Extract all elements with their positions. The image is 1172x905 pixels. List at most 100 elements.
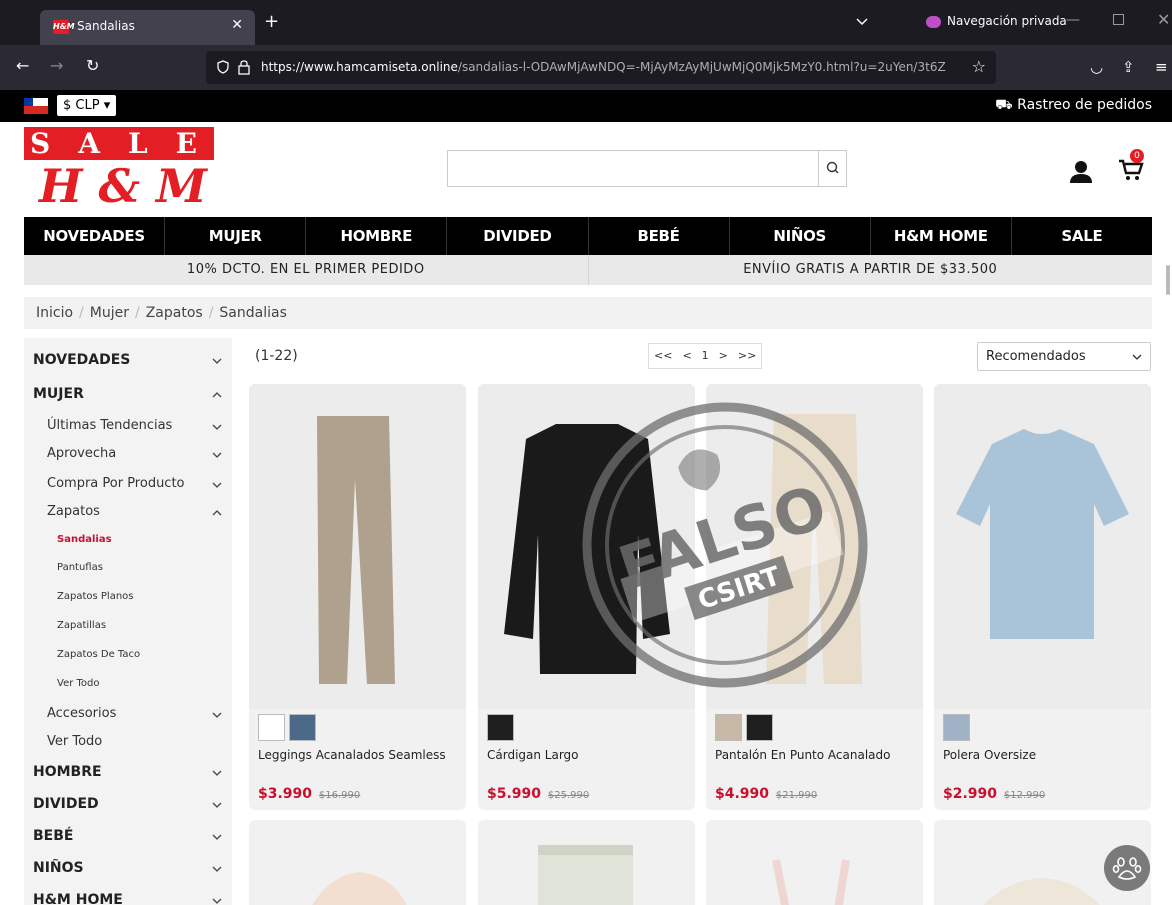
sidebar-item-zapatos[interactable]: Zapatos: [24, 504, 232, 524]
menu-item-sale[interactable]: SALE: [1012, 217, 1152, 255]
sidebar-item-sandalias[interactable]: Sandalias: [24, 534, 232, 554]
sidebar-item-novedades[interactable]: NOVEDADES: [24, 352, 232, 372]
sidebar-item-beb-[interactable]: BEBÉ: [24, 828, 232, 848]
breadcrumb-mujer[interactable]: Mujer: [90, 305, 129, 321]
close-window-icon[interactable]: ✕: [1157, 10, 1170, 29]
sidebar-item-divided[interactable]: DIVIDED: [24, 796, 232, 816]
product-name[interactable]: Polera Oversize: [943, 748, 1036, 762]
chevron-down-icon[interactable]: [212, 480, 222, 490]
new-tab-icon[interactable]: +: [264, 13, 279, 31]
product-image[interactable]: [478, 384, 695, 709]
tracking-protection-shield-icon[interactable]: [216, 60, 230, 74]
menu-item-novedades[interactable]: NOVEDADES: [24, 217, 166, 255]
product-image[interactable]: [934, 384, 1151, 709]
back-arrow-icon[interactable]: ←: [16, 58, 29, 74]
breadcrumb-inicio[interactable]: Inicio: [36, 305, 73, 321]
url-text[interactable]: https://www.hamcamiseta.online/sandalias…: [261, 60, 951, 74]
product-card[interactable]: Pantalón En Punto Acanalado $4.990 $21.99…: [706, 384, 923, 810]
product-image[interactable]: [478, 820, 695, 905]
menu-item-divided[interactable]: DIVIDED: [447, 217, 589, 255]
product-card[interactable]: Cárdigan Largo $5.990 $25.990: [478, 384, 695, 810]
pager-first-page[interactable]: <<: [649, 344, 677, 368]
product-image[interactable]: [706, 384, 923, 709]
site-logo[interactable]: SALE H & M: [24, 127, 214, 217]
sidebar-item-zapatos-planos[interactable]: Zapatos Planos: [24, 591, 232, 611]
currency-selector[interactable]: $ CLP ▾: [57, 95, 117, 116]
browser-tab[interactable]: H&M Sandalias ✕: [40, 10, 255, 45]
list-tabs-chevron-icon[interactable]: [855, 14, 869, 28]
color-swatch[interactable]: [487, 714, 514, 741]
menu-item-h-m-home[interactable]: H&M HOME: [871, 217, 1012, 255]
chevron-down-icon[interactable]: [212, 422, 222, 432]
pager-prev-page[interactable]: <: [677, 344, 696, 368]
menu-item-beb-[interactable]: BEBÉ: [589, 217, 730, 255]
maximize-window-icon[interactable]: [1113, 14, 1124, 25]
color-swatch[interactable]: [746, 714, 773, 741]
chile-flag-icon[interactable]: [24, 98, 48, 114]
search-button[interactable]: [818, 151, 846, 186]
chevron-down-icon[interactable]: [212, 356, 222, 366]
close-tab-icon[interactable]: ✕: [231, 17, 243, 33]
chevron-down-icon[interactable]: [212, 768, 222, 778]
pager-page-1[interactable]: 1: [697, 344, 714, 368]
sidebar-item-compra-por-producto[interactable]: Compra Por Producto: [24, 476, 232, 496]
product-card[interactable]: [478, 820, 695, 905]
sidebar-item-mujer[interactable]: MUJER: [24, 386, 232, 406]
reload-icon[interactable]: ↻: [86, 58, 99, 74]
product-image[interactable]: [706, 820, 923, 905]
pocket-icon[interactable]: ◡: [1090, 58, 1103, 76]
sidebar-item-label: Pantuflas: [57, 562, 103, 573]
color-swatch[interactable]: [715, 714, 742, 741]
sidebar-item-ni-os[interactable]: NIÑOS: [24, 860, 232, 880]
chevron-down-icon[interactable]: [212, 710, 222, 720]
color-swatch[interactable]: [289, 714, 316, 741]
color-swatch[interactable]: [943, 714, 970, 741]
sidebar-item--ltimas-tendencias[interactable]: Últimas Tendencias: [24, 418, 232, 438]
pager-next-page[interactable]: >: [714, 344, 733, 368]
product-name[interactable]: Leggings Acanalados Seamless: [258, 748, 446, 762]
forward-arrow-icon[interactable]: →: [50, 58, 63, 74]
page-scrollbar[interactable]: [1166, 265, 1170, 295]
search-input[interactable]: [447, 150, 847, 187]
minimize-window-icon[interactable]: —: [1066, 12, 1080, 28]
sort-select[interactable]: Recomendados: [977, 342, 1151, 371]
product-name[interactable]: Cárdigan Largo: [487, 748, 579, 762]
chevron-down-icon[interactable]: [212, 864, 222, 874]
product-card[interactable]: [706, 820, 923, 905]
chevron-up-icon[interactable]: [212, 508, 222, 518]
user-account-icon[interactable]: [1070, 160, 1092, 184]
sidebar-item-hombre[interactable]: HOMBRE: [24, 764, 232, 784]
sidebar-item-aprovecha[interactable]: Aprovecha: [24, 446, 232, 466]
sidebar-item-zapatos-de-taco[interactable]: Zapatos De Taco: [24, 649, 232, 669]
sidebar-item-zapatillas[interactable]: Zapatillas: [24, 620, 232, 640]
product-card[interactable]: [249, 820, 466, 905]
app-menu-icon[interactable]: ≡: [1155, 58, 1168, 76]
sidebar-item-pantuflas[interactable]: Pantuflas: [24, 562, 232, 582]
pager-last-page[interactable]: >>: [733, 344, 761, 368]
chevron-down-icon[interactable]: [212, 800, 222, 810]
chevron-down-icon[interactable]: [212, 450, 222, 460]
sidebar-item-accesorios[interactable]: Accesorios: [24, 706, 232, 726]
product-name[interactable]: Pantalón En Punto Acanalado: [715, 748, 890, 762]
bookmark-star-icon[interactable]: ☆: [972, 57, 986, 76]
sidebar-item-ver-todo[interactable]: Ver Todo: [24, 734, 232, 754]
product-card[interactable]: Leggings Acanalados Seamless $3.990 $16.9…: [249, 384, 466, 810]
breadcrumb-zapatos[interactable]: Zapatos: [146, 305, 203, 321]
chevron-down-icon[interactable]: [212, 896, 222, 905]
product-card[interactable]: Polera Oversize $2.990 $12.990: [934, 384, 1151, 810]
chevron-up-icon[interactable]: [212, 390, 222, 400]
chat-widget-button[interactable]: [1104, 845, 1150, 891]
menu-item-ni-os[interactable]: NIÑOS: [730, 217, 871, 255]
menu-item-hombre[interactable]: HOMBRE: [306, 217, 448, 255]
extensions-icon[interactable]: ⇪: [1122, 58, 1135, 76]
sidebar-item-h-m-home[interactable]: H&M HOME: [24, 892, 232, 905]
sidebar-item-ver-todo[interactable]: Ver Todo: [24, 678, 232, 698]
chevron-down-icon[interactable]: [212, 832, 222, 842]
color-swatch[interactable]: [258, 714, 285, 741]
product-image[interactable]: [249, 384, 466, 709]
order-tracking-link[interactable]: ⛟ Rastreo de pedidos: [995, 97, 1152, 115]
menu-item-mujer[interactable]: MUJER: [165, 217, 307, 255]
product-image[interactable]: [249, 820, 466, 905]
lock-icon[interactable]: [237, 59, 251, 75]
address-bar[interactable]: https://www.hamcamiseta.online/sandalias…: [206, 51, 996, 84]
